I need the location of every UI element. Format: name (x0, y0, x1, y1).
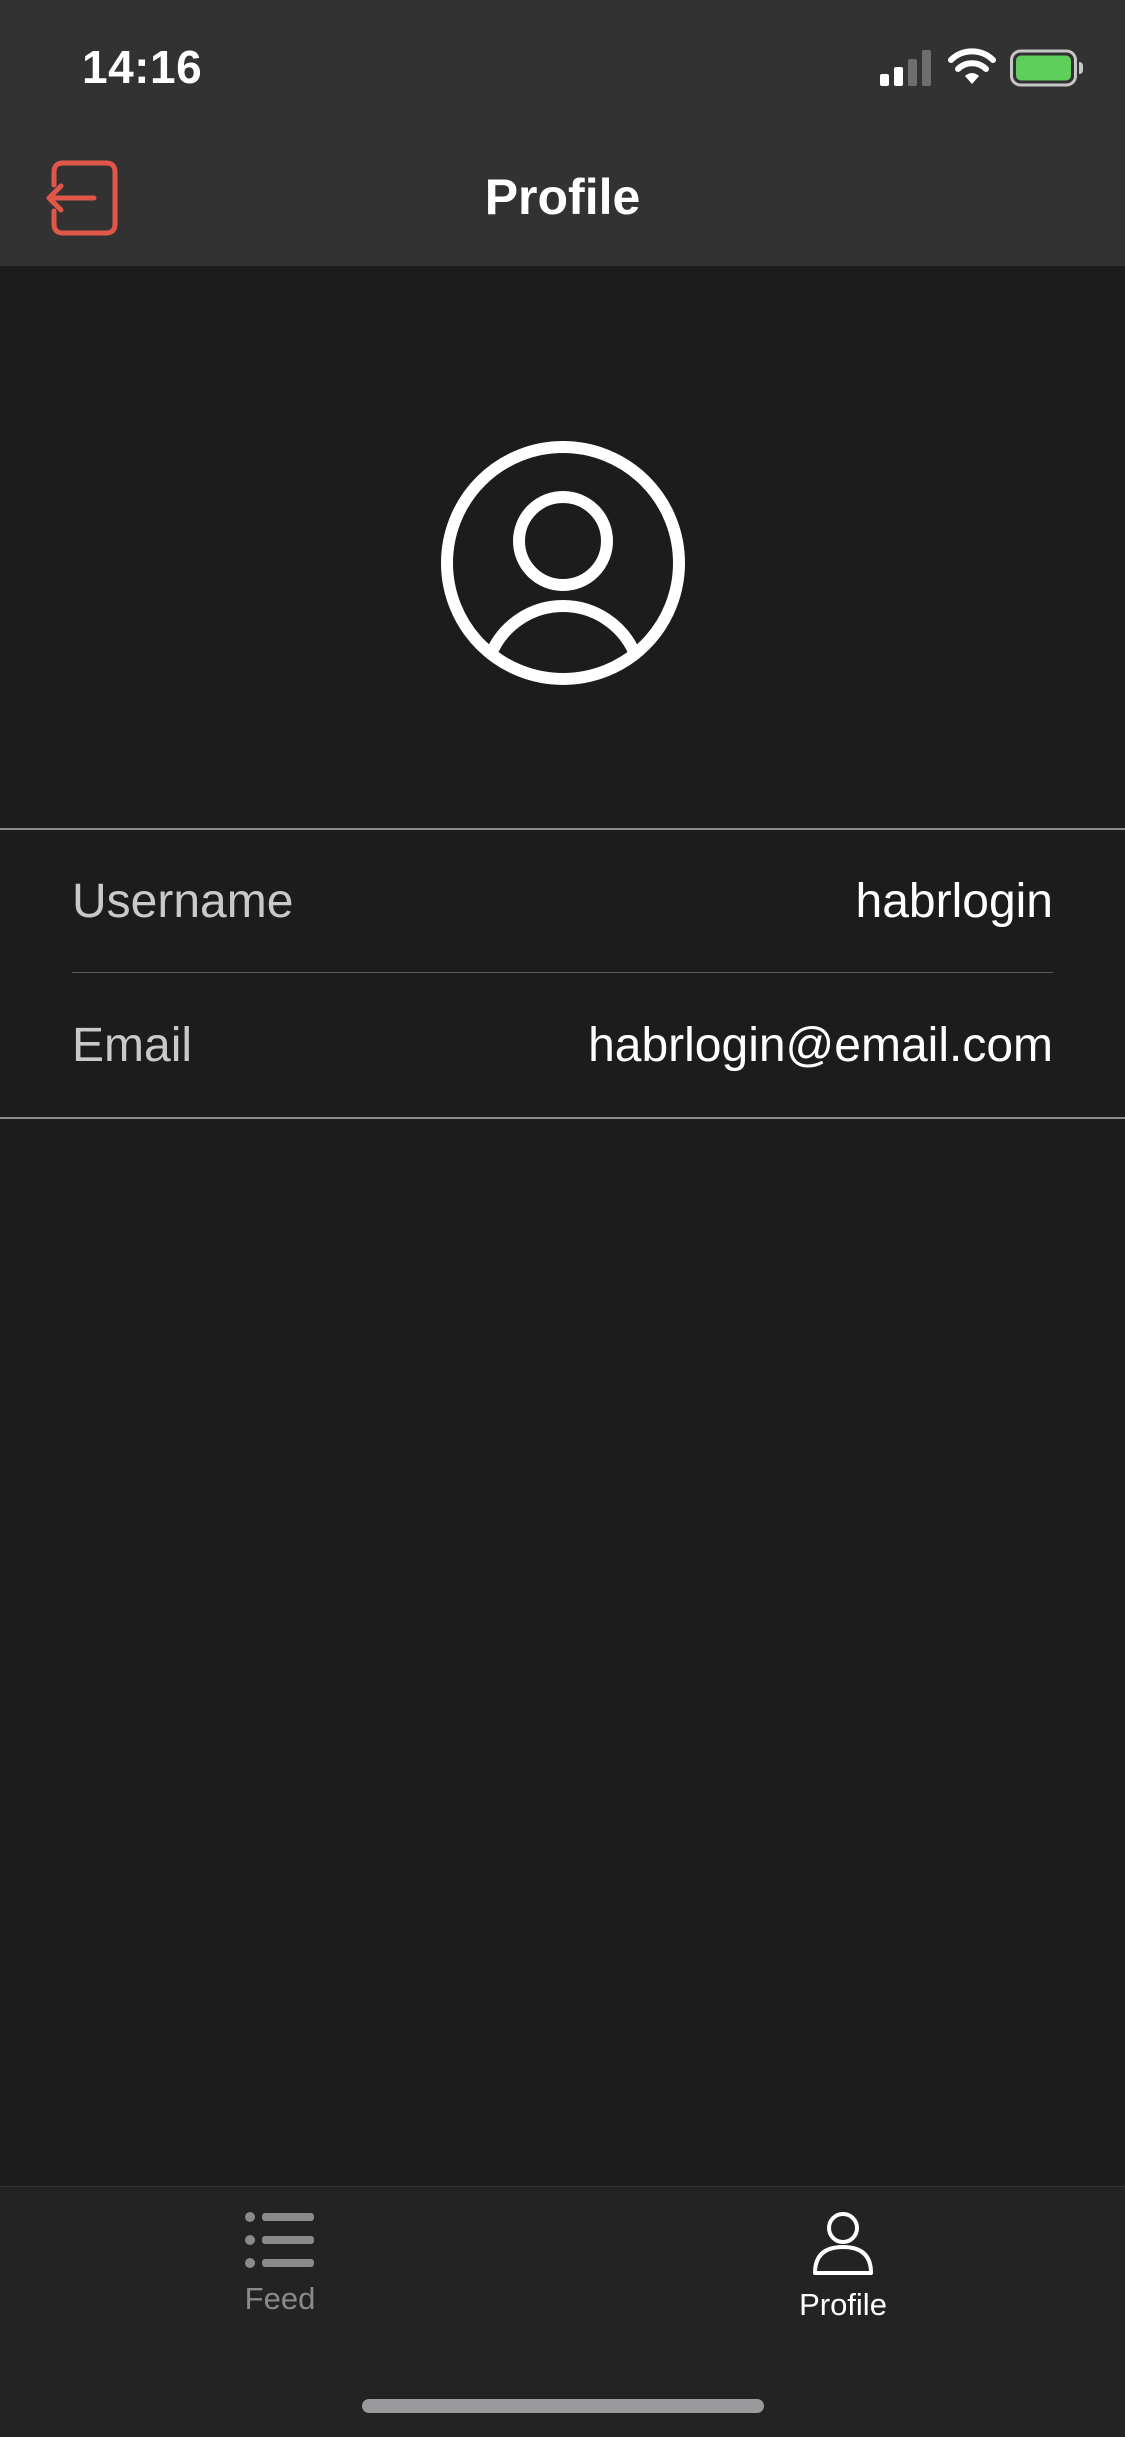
list-item-email: Email habrlogin@email.com (72, 974, 1053, 1116)
row-divider (72, 972, 1053, 973)
email-label: Email (72, 1019, 193, 1072)
cellular-signal-icon (880, 50, 931, 86)
email-value: habrlogin@email.com (588, 1019, 1053, 1072)
page-title: Profile (484, 169, 641, 225)
wifi-icon (948, 48, 996, 84)
home-indicator[interactable] (362, 2399, 764, 2413)
user-circle-icon (441, 441, 685, 685)
tab-bar: Feed Profile (0, 2186, 1125, 2437)
battery-icon (1010, 49, 1083, 87)
username-label: Username (72, 875, 294, 928)
profile-info-list: Username habrlogin Email habrlogin@email… (0, 828, 1125, 1119)
status-time: 14:16 (82, 41, 203, 93)
tab-profile[interactable]: Profile (693, 2211, 993, 2341)
list-item-username: Username habrlogin (72, 830, 1053, 972)
top-bar: 14:16 Profile (0, 0, 1125, 266)
tab-feed-label: Feed (244, 2281, 316, 2316)
list-icon (245, 2212, 314, 2268)
tab-profile-label: Profile (799, 2287, 887, 2322)
username-value: habrlogin (855, 875, 1053, 928)
person-icon (813, 2212, 873, 2275)
tab-feed[interactable]: Feed (130, 2211, 430, 2341)
